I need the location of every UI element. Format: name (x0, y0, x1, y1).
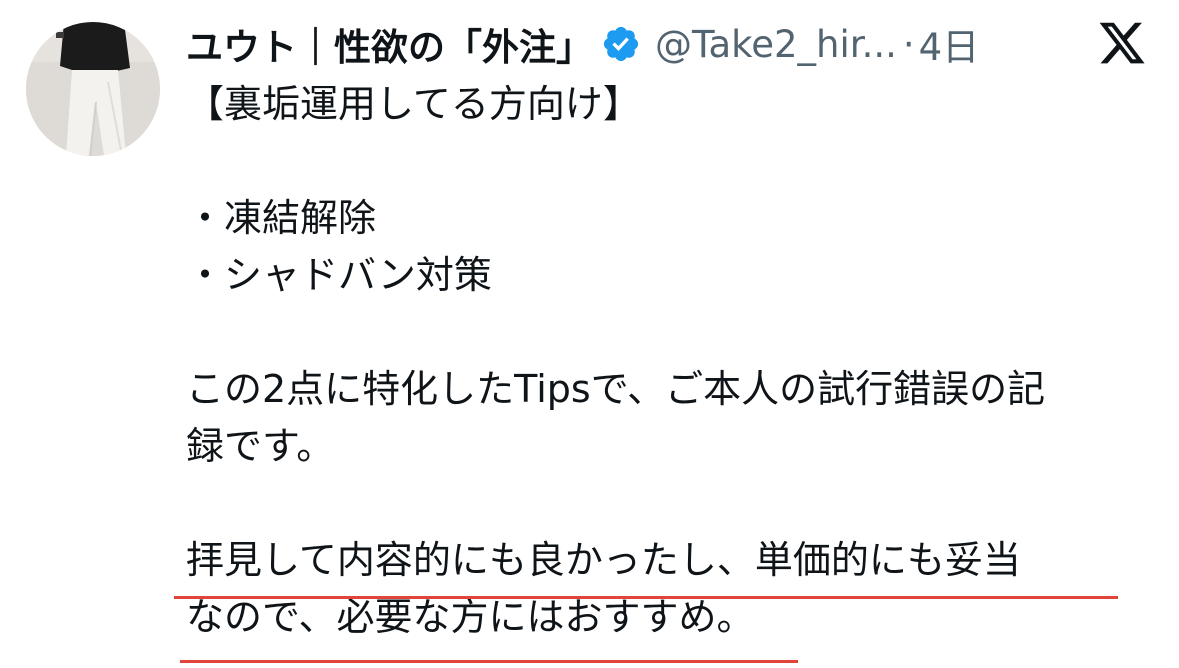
tweet-text-line: 【裏垢運用してる方向け】 (186, 82, 641, 126)
avatar[interactable] (26, 22, 160, 156)
annotation-underline (174, 596, 1118, 599)
tweet-header: ユウト｜性欲の「外注」 @Take2_hir... · 4日 (186, 16, 979, 72)
avatar-photo (26, 22, 160, 156)
x-logo-icon[interactable] (1096, 18, 1148, 68)
tweet-text-line: 拝見して内容的にも良かったし、単価的にも妥当 (186, 538, 1021, 582)
user-handle[interactable]: @Take2_hir... (655, 23, 897, 66)
tweet-text-line: ・凍結解除 (186, 196, 377, 240)
tweet-text-line: この2点に特化したTipsで、ご本人の試行錯誤の記 (186, 367, 1046, 411)
tweet-text: 【裏垢運用してる方向け】 ・凍結解除 ・シャドバン対策 この2点に特化したTip… (186, 76, 1156, 646)
tweet-card[interactable]: ユウト｜性欲の「外注」 @Take2_hir... · 4日 【裏垢運用してる方… (0, 0, 1179, 668)
tweet-text-line: ・シャドバン対策 (186, 253, 492, 297)
separator-dot: · (902, 22, 915, 66)
display-name[interactable]: ユウト｜性欲の「外注」 (186, 17, 593, 71)
timestamp[interactable]: 4日 (919, 17, 980, 71)
tweet-text-line: 録です。 (186, 424, 335, 468)
annotation-underline (180, 660, 798, 663)
verified-badge-icon (601, 24, 641, 64)
